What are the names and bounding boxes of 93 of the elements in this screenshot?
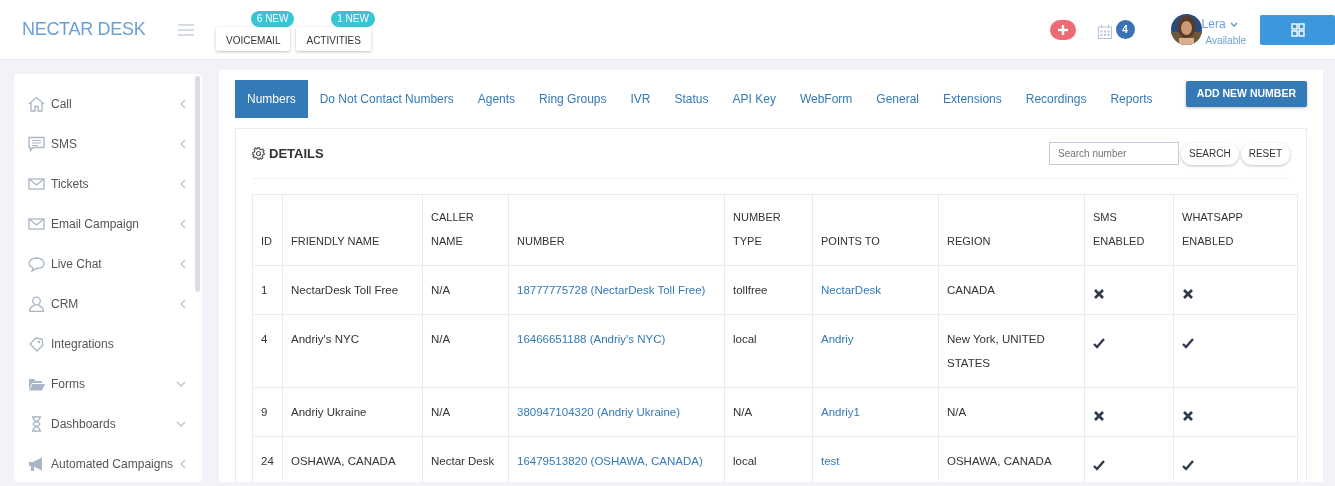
tab[interactable]: Agents xyxy=(465,80,528,118)
table-cell: Andriy Ukraine xyxy=(282,387,423,437)
chevron-down-icon xyxy=(176,379,186,389)
table-cell: tollfree xyxy=(724,265,813,315)
reset-button[interactable]: RESET xyxy=(1240,142,1290,165)
home-icon xyxy=(28,96,45,112)
chevron-left-icon xyxy=(180,139,186,149)
link[interactable]: Andriy xyxy=(821,333,854,345)
table-cell: N/A xyxy=(938,387,1085,437)
menu-icon[interactable] xyxy=(178,23,194,36)
search-button[interactable]: SEARCH xyxy=(1180,142,1239,165)
chevron-left-icon xyxy=(180,99,186,109)
tab[interactable]: Recordings xyxy=(1013,80,1099,118)
column-header: SMS ENABLED xyxy=(1084,194,1174,266)
table-cell: N/A xyxy=(724,387,813,437)
activities-button[interactable]: ACTIVITIES xyxy=(296,26,371,51)
table-cell: New York, UNITED STATES xyxy=(938,314,1085,388)
column-header: CALLER NAME xyxy=(422,194,509,266)
link[interactable]: 16466651188 (Andriy's NYC) xyxy=(517,333,666,345)
add-button[interactable] xyxy=(1049,19,1076,40)
tab[interactable]: Extensions xyxy=(931,80,1014,118)
logo: NECTAR DESK xyxy=(22,18,147,41)
sidebar-item[interactable]: Call xyxy=(14,84,202,124)
link[interactable]: NectarDesk xyxy=(821,284,882,296)
sidebar-item[interactable]: CRM xyxy=(14,284,202,324)
count-badge: 4 xyxy=(1115,20,1135,39)
column-header: WHATSAPP ENABLED xyxy=(1173,194,1298,266)
chevron-left-icon xyxy=(180,459,186,469)
envelope-icon xyxy=(28,216,45,232)
link[interactable]: 380947104320 (Andriy Ukraine) xyxy=(517,406,681,418)
table-cell: 1 xyxy=(252,265,283,315)
apps-button[interactable] xyxy=(1260,14,1335,45)
user-menu[interactable]: Lera xyxy=(1201,15,1246,33)
sidebar-item[interactable]: Integrations xyxy=(14,324,202,364)
sidebar-item[interactable]: Dashboards xyxy=(14,404,202,444)
chevron-left-icon xyxy=(180,179,186,189)
tab[interactable]: Status xyxy=(662,80,721,118)
table-cell: 4 xyxy=(252,314,283,388)
sidebar-item[interactable]: Forms xyxy=(14,364,202,404)
sidebar-item[interactable]: SMS xyxy=(14,124,202,164)
tab[interactable]: Numbers xyxy=(235,80,308,118)
megaphone-icon xyxy=(28,456,45,472)
tab[interactable]: Ring Groups xyxy=(527,80,619,118)
tag-icon xyxy=(28,336,45,352)
chevron-left-icon xyxy=(180,219,186,229)
tab[interactable]: Do Not Contact Numbers xyxy=(307,80,466,118)
envelope-icon xyxy=(28,176,45,192)
table-cell: 9 xyxy=(252,387,283,437)
table-cell: N/A xyxy=(422,314,509,388)
sidebar-item[interactable]: Automated Campaigns xyxy=(14,444,202,484)
scrollbar-thumb[interactable] xyxy=(195,76,200,292)
table-cell: NectarDesk Toll Free xyxy=(282,265,423,315)
table-cell: N/A xyxy=(422,387,509,437)
search-field[interactable]: Search number xyxy=(1048,142,1179,165)
table-cell: local xyxy=(724,314,813,388)
plus-icon xyxy=(1057,24,1068,35)
section-title: DETAILS xyxy=(269,144,324,163)
table-cell: CANADA xyxy=(938,265,1085,315)
tab[interactable]: WebForm xyxy=(787,80,865,118)
calendar-icon[interactable] xyxy=(1097,24,1112,39)
chevron-down-icon xyxy=(176,419,186,429)
voicemail-button[interactable]: VOICEMAIL xyxy=(216,26,291,51)
column-header: FRIENDLY NAME xyxy=(282,194,423,266)
folder-icon xyxy=(28,376,45,392)
column-header: NUMBER TYPE xyxy=(724,194,813,266)
column-header: POINTS TO xyxy=(812,194,939,266)
user-icon xyxy=(28,296,45,312)
link[interactable]: test xyxy=(821,455,840,467)
tab[interactable]: API Key xyxy=(720,80,788,118)
chevron-left-icon xyxy=(180,299,186,309)
chat-bubble-icon xyxy=(28,256,45,272)
sidebar-item[interactable]: Live Chat xyxy=(14,244,202,284)
sidebar-item[interactable]: Email Campaign xyxy=(14,204,202,244)
sidebar-item[interactable]: Tickets xyxy=(14,164,202,204)
tab[interactable]: General xyxy=(864,80,932,118)
settings-icon xyxy=(252,147,265,160)
column-header: REGION xyxy=(938,194,1085,266)
table-cell: Andriy's NYC xyxy=(282,314,423,388)
status-text: Available xyxy=(1205,34,1246,48)
grid-icon xyxy=(1290,22,1305,37)
tab[interactable]: Reports xyxy=(1098,80,1165,118)
message-icon xyxy=(28,136,45,152)
column-header: NUMBER xyxy=(508,194,725,266)
table-cell: N/A xyxy=(422,265,509,315)
chevron-down-icon xyxy=(1229,21,1238,27)
table-cell: 24 xyxy=(252,436,283,482)
chevron-left-icon xyxy=(180,259,186,269)
tab[interactable]: IVR xyxy=(618,80,663,118)
add-number-button[interactable]: ADD NEW NUMBER xyxy=(1185,81,1307,107)
count-badge: 1 NEW xyxy=(331,10,375,27)
count-badge: 6 NEW xyxy=(250,10,295,27)
column-header: ID xyxy=(252,194,283,266)
link[interactable]: Andriy1 xyxy=(821,406,860,418)
